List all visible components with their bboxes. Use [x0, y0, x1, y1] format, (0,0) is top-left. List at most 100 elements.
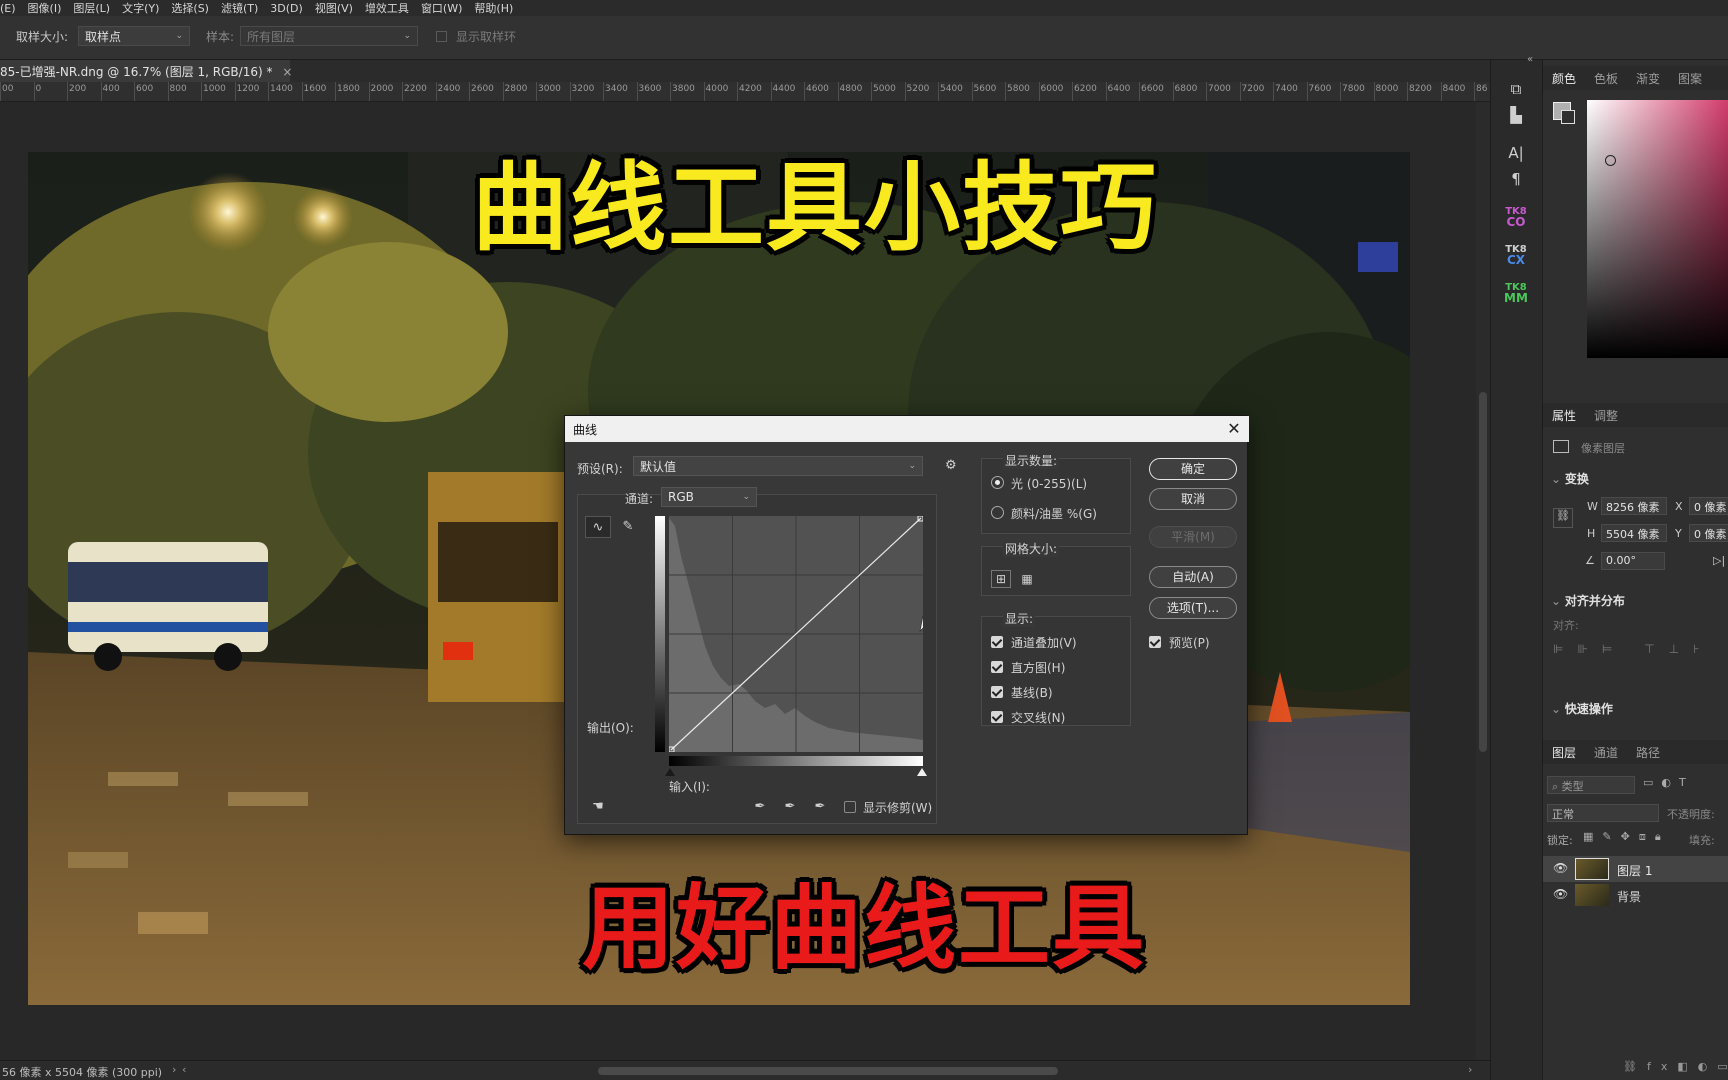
auto-button[interactable]: 自动(A)	[1149, 566, 1237, 588]
horizontal-scroll-thumb[interactable]	[598, 1067, 1058, 1075]
status-menu-arrow-icon[interactable]: ›	[172, 1063, 176, 1076]
menu-3d[interactable]: 3D(D)	[270, 2, 303, 15]
tk8-co-plugin-icon[interactable]: TK8 CO	[1501, 202, 1531, 232]
show-label: 显示:	[1003, 610, 1036, 627]
vertical-scrollbar[interactable]	[1476, 102, 1490, 1060]
tab-layers[interactable]: 图层	[1543, 744, 1585, 761]
intersection-checkbox[interactable]	[991, 711, 1003, 723]
menu-plugins[interactable]: 增效工具	[365, 0, 409, 16]
show-ring-checkbox[interactable]	[436, 31, 447, 42]
menu-window[interactable]: 窗口(W)	[421, 0, 462, 16]
tab-adjustments[interactable]: 调整	[1585, 407, 1627, 424]
chevron-down-icon: ⌄	[908, 461, 916, 471]
tk8-mm-plugin-icon[interactable]: TK8 MM	[1501, 278, 1531, 308]
scroll-thumb[interactable]	[1479, 392, 1487, 752]
sample-select[interactable]: 所有图层 ⌄	[240, 26, 418, 46]
layer-filter-icons[interactable]: ▭◐T	[1643, 776, 1728, 794]
menu-view[interactable]: 视图(V)	[315, 0, 353, 16]
collapse-panels-icon[interactable]: «	[1527, 54, 1533, 65]
scroll-left-icon[interactable]: ‹	[182, 1063, 186, 1076]
link-icon[interactable]: ⛓	[1553, 508, 1573, 528]
quick-actions-label: 快速操作	[1564, 702, 1613, 716]
layer-panel-footer-icons[interactable]: ⛓fx◧◐▭	[1623, 1060, 1728, 1076]
color-picker-field[interactable]	[1587, 100, 1728, 358]
document-tab[interactable]: 85-已增强-NR.dng @ 16.7% (图层 1, RGB/16) * ×	[0, 60, 292, 82]
menu-edit[interactable]: (E)	[0, 2, 16, 15]
layer-kind-filter[interactable]: ⌕ 类型	[1547, 776, 1635, 794]
eye-icon[interactable]: 👁︎	[1553, 887, 1568, 901]
menu-select[interactable]: 选择(S)	[171, 0, 209, 16]
width-field[interactable]: 8256 像素	[1601, 497, 1667, 515]
eye-icon[interactable]: 👁︎	[1553, 861, 1568, 875]
sample-size-select[interactable]: 取样点 ⌄	[78, 26, 190, 46]
tab-color[interactable]: 颜色	[1543, 70, 1585, 87]
background-color-swatch[interactable]	[1561, 110, 1575, 124]
preview-label: 预览(P)	[1169, 636, 1210, 650]
curve-points-icon[interactable]: ∿	[585, 516, 611, 538]
paragraph-icon[interactable]: ¶	[1501, 164, 1531, 194]
on-image-adjust-icon[interactable]: ☚	[587, 796, 609, 816]
black-eyedropper-icon[interactable]: ✒	[749, 796, 771, 816]
detailed-grid-icon[interactable]: ▦	[1017, 570, 1037, 588]
black-input-slider[interactable]	[665, 768, 675, 776]
white-input-slider[interactable]	[917, 768, 927, 776]
menu-image[interactable]: 图像(I)	[28, 0, 62, 16]
layer-row[interactable]: 👁︎ 背景	[1543, 882, 1728, 908]
pigment-radio[interactable]	[991, 506, 1004, 519]
menu-type[interactable]: 文字(Y)	[122, 0, 159, 16]
preset-options-gear-icon[interactable]: ⚙	[945, 458, 957, 473]
menu-filter[interactable]: 滤镜(T)	[221, 0, 258, 16]
tab-patterns[interactable]: 图案	[1669, 70, 1711, 87]
tab-channels[interactable]: 通道	[1585, 744, 1627, 761]
lock-buttons[interactable]: ▦✎✥⧈🔒︎	[1583, 830, 1683, 846]
angle-field[interactable]: 0.00°	[1601, 552, 1665, 570]
ruler-tick-line	[0, 82, 1, 101]
layer-row[interactable]: 👁︎ 图层 1	[1543, 856, 1728, 882]
tab-swatches[interactable]: 色板	[1585, 70, 1627, 87]
smooth-button[interactable]: 平滑(M)	[1149, 526, 1237, 548]
close-tab-icon[interactable]: ×	[282, 65, 292, 79]
channel-overlay-checkbox[interactable]	[991, 636, 1003, 648]
flip-horizontal-icon[interactable]: ▷|	[1713, 554, 1725, 567]
curves-graph[interactable]	[668, 515, 930, 753]
close-icon[interactable]: ✕	[1223, 418, 1245, 440]
white-eyedropper-icon[interactable]: ✒	[809, 796, 831, 816]
tab-properties[interactable]: 属性	[1543, 407, 1585, 424]
preset-select[interactable]: 默认值 ⌄	[633, 456, 923, 476]
curves-graph-svg[interactable]	[668, 515, 930, 753]
scroll-right-icon[interactable]: ›	[1468, 1063, 1472, 1076]
blend-mode-select[interactable]: 正常	[1547, 804, 1659, 822]
ruler-tick-label: 8400	[1442, 84, 1466, 94]
tk8-cx-plugin-icon[interactable]: TK8 CX	[1501, 240, 1531, 270]
brush-settings-icon[interactable]: ▙	[1501, 100, 1531, 130]
transform-header[interactable]: ⌄ 变换	[1551, 470, 1589, 487]
align-buttons[interactable]: ⊫⊪⊨ ⊤⊥⊦	[1553, 642, 1728, 658]
menu-layer[interactable]: 图层(L)	[73, 0, 110, 16]
ok-button[interactable]: 确定	[1149, 458, 1237, 480]
options-bar: 取样大小: 取样点 ⌄ 样本: 所有图层 ⌄ 显示取样环	[0, 16, 1728, 60]
ruler-tick-label: 2800	[504, 84, 528, 94]
tab-gradients[interactable]: 渐变	[1627, 70, 1669, 87]
cancel-button[interactable]: 取消	[1149, 488, 1237, 510]
x-field[interactable]: 0 像素	[1689, 497, 1728, 515]
preview-checkbox[interactable]	[1149, 636, 1161, 648]
options-button[interactable]: 选项(T)...	[1149, 597, 1237, 619]
channel-select[interactable]: RGB ⌄	[661, 487, 757, 507]
menu-help[interactable]: 帮助(H)	[474, 0, 513, 16]
ruler-tick-line	[1038, 82, 1040, 101]
quick-actions-header[interactable]: ⌄ 快速操作	[1551, 700, 1613, 717]
baseline-checkbox[interactable]	[991, 686, 1003, 698]
color-picker-handle[interactable]	[1605, 155, 1616, 166]
tab-paths[interactable]: 路径	[1627, 744, 1669, 761]
align-header[interactable]: ⌄ 对齐并分布	[1551, 592, 1625, 609]
histogram-checkbox[interactable]	[991, 661, 1003, 673]
show-clipping-checkbox[interactable]	[844, 801, 856, 813]
simple-grid-icon[interactable]: ⊞	[991, 570, 1011, 588]
pencil-icon[interactable]: ✎	[617, 516, 639, 536]
ruler-tick-line	[134, 82, 135, 101]
light-radio[interactable]	[991, 476, 1004, 489]
height-field[interactable]: 5504 像素	[1601, 524, 1667, 542]
channel-label: 通道:	[625, 492, 654, 506]
gray-eyedropper-icon[interactable]: ✒	[779, 796, 801, 816]
y-field[interactable]: 0 像素	[1689, 524, 1728, 542]
